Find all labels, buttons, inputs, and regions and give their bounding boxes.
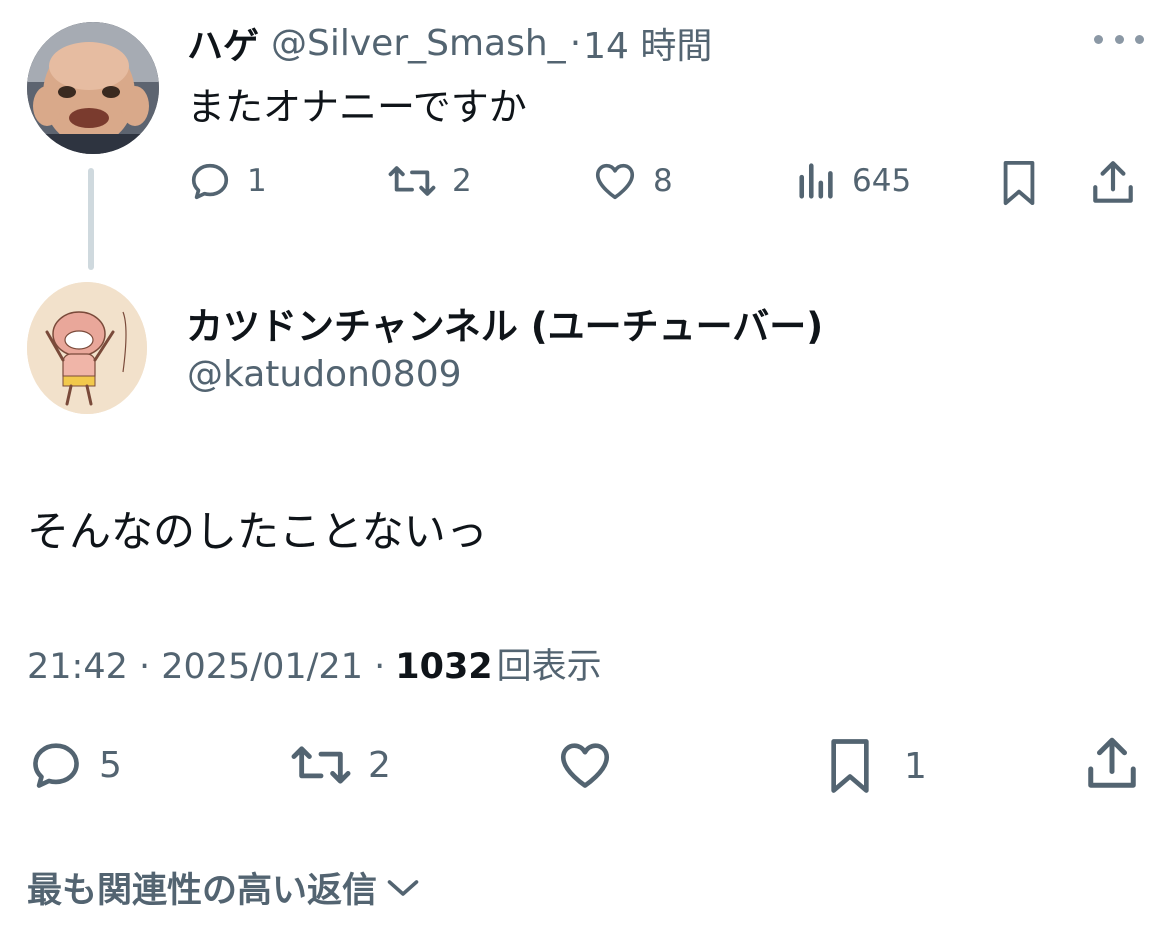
display-name[interactable]: ハゲ	[187, 17, 259, 69]
views-button[interactable]: 645	[796, 158, 911, 204]
views-count: 1032	[395, 647, 493, 687]
bookmark-icon	[1003, 160, 1035, 206]
reply-count: 5	[99, 744, 122, 786]
views-chart-icon	[799, 163, 833, 199]
user-handle[interactable]: @Silver_Smash_	[271, 23, 566, 64]
display-name[interactable]: カツドンチャンネル (ユーチューバー)	[186, 296, 823, 350]
reply-count: 1	[247, 163, 267, 199]
reply-button[interactable]: 1	[187, 158, 267, 204]
like-button[interactable]: 8	[591, 158, 673, 204]
avatar[interactable]	[27, 22, 159, 154]
heart-icon	[560, 743, 610, 788]
share-icon	[1093, 161, 1133, 203]
retweet-count: 2	[452, 163, 472, 199]
retweet-count: 2	[368, 744, 391, 786]
more-horizontal-icon[interactable]	[1094, 24, 1144, 54]
tweet-text: そんなのしたことないっ	[27, 507, 488, 556]
tweet-header: ハゲ @Silver_Smash_ · 14 時間	[187, 18, 712, 68]
reply-button[interactable]: 5	[27, 736, 122, 794]
avatar[interactable]	[27, 282, 147, 414]
reply-icon	[33, 743, 79, 788]
separator: ·	[569, 22, 582, 64]
reply-icon	[191, 163, 229, 200]
bookmark-count: 1	[904, 745, 927, 787]
tweet-metadata: 21:42 · 2025/01/21 · 1032 回表示	[27, 638, 602, 689]
heart-icon	[595, 163, 635, 200]
replies-sort-label: 最も関連性の高い返信	[27, 871, 378, 911]
tweet-action-bar: 5 2 1	[0, 736, 1169, 796]
retweet-icon	[388, 166, 436, 196]
share-icon	[1088, 737, 1136, 788]
retweet-icon	[291, 746, 351, 784]
tweet-action-bar: 1 2 8 645	[0, 158, 1169, 206]
share-button[interactable]	[1082, 734, 1142, 794]
retweet-button[interactable]: 2	[288, 736, 391, 794]
like-button[interactable]	[554, 736, 630, 794]
views-label: 回表示	[496, 647, 602, 687]
avatar-hage-image	[27, 22, 159, 154]
user-handle[interactable]: @katudon0809	[187, 354, 462, 395]
replies-sort-dropdown[interactable]: 最も関連性の高い返信	[27, 862, 421, 913]
bookmark-button[interactable]	[996, 158, 1042, 208]
tweet-time[interactable]: 14 時間	[583, 17, 712, 69]
bookmark-button[interactable]: 1	[822, 734, 927, 798]
tweet-timestamp[interactable]: 21:42 · 2025/01/21 ·	[27, 647, 385, 687]
views-count: 645	[852, 163, 912, 199]
avatar-katudon-image	[27, 282, 147, 414]
parent-tweet[interactable]: ハゲ @Silver_Smash_ · 14 時間 またオナニーですか 1 2 …	[0, 0, 1169, 290]
tweet-text: またオナニーですか	[187, 85, 527, 129]
chevron-down-icon	[387, 879, 419, 896]
bookmark-icon	[831, 739, 869, 793]
like-count: 8	[653, 163, 673, 199]
share-button[interactable]	[1088, 158, 1138, 208]
retweet-button[interactable]: 2	[386, 158, 472, 204]
